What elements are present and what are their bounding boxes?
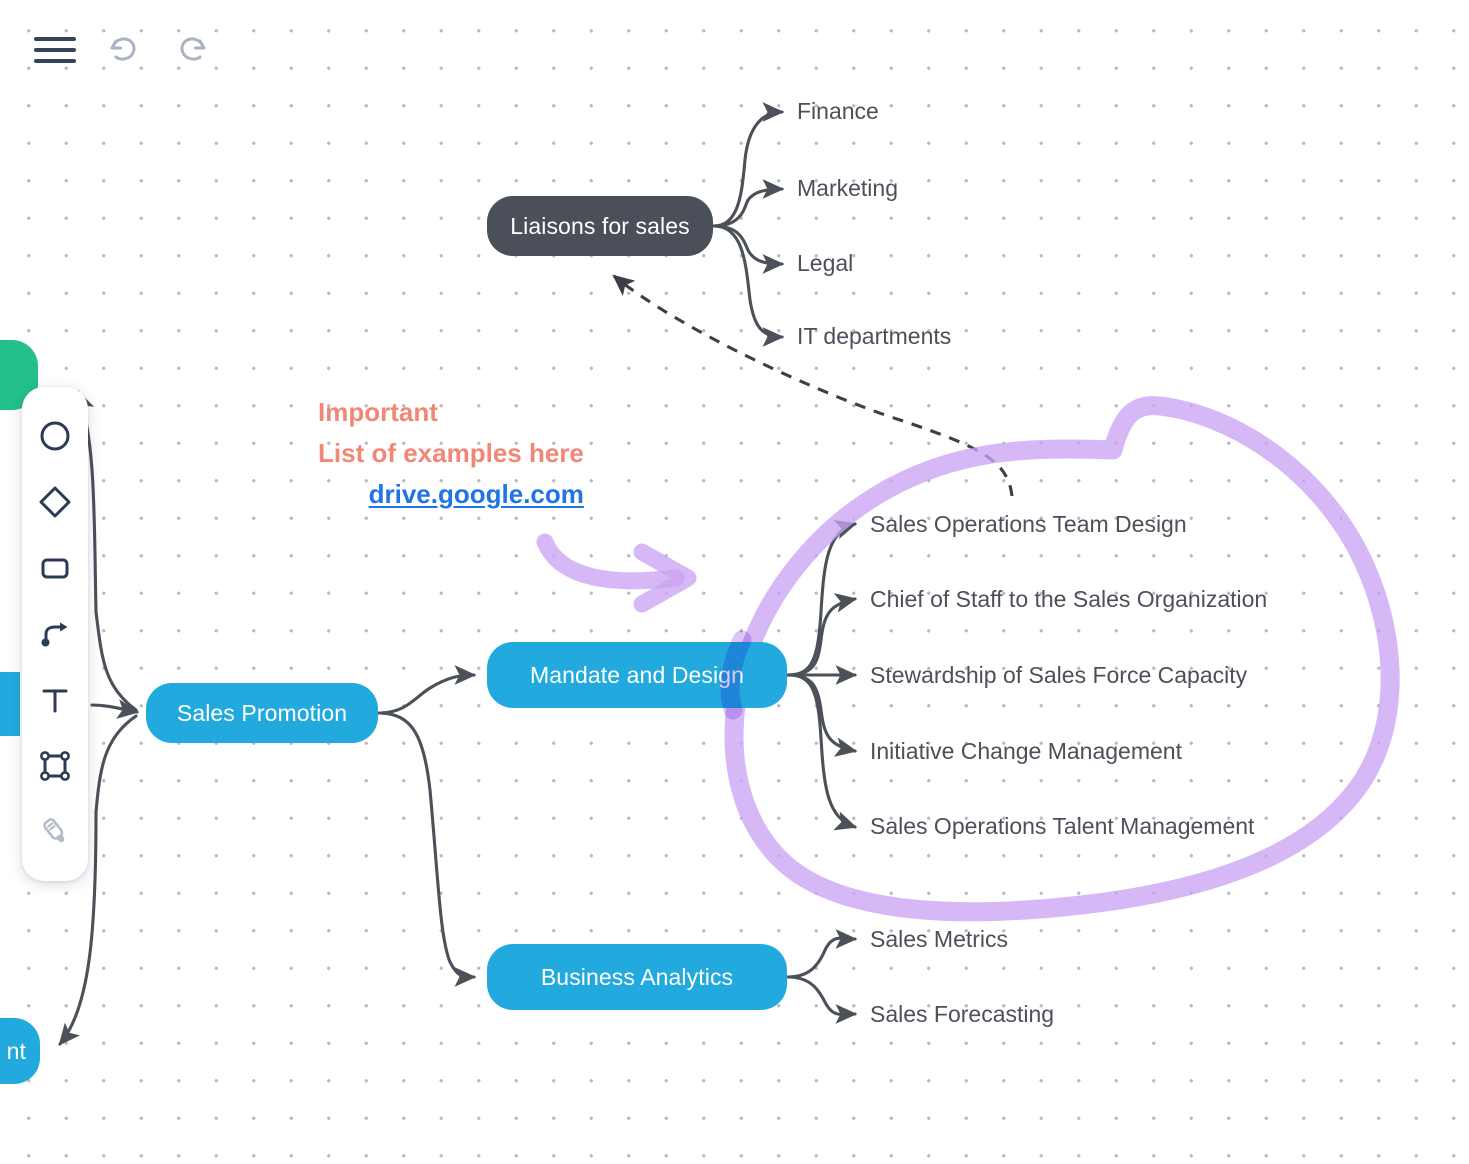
- circle-tool[interactable]: [22, 403, 88, 469]
- hamburger-bar: [34, 37, 76, 41]
- highlighter-icon: [38, 815, 72, 849]
- whiteboard-canvas[interactable]: Liaisons for sales Sales Promotion Manda…: [0, 0, 1469, 1164]
- highlighter-tool[interactable]: [22, 799, 88, 865]
- diamond-tool[interactable]: [22, 469, 88, 535]
- hamburger-bar: [34, 48, 76, 52]
- frame-nodes-icon: [38, 749, 72, 783]
- rectangle-tool[interactable]: [22, 535, 88, 601]
- connector-tool[interactable]: [22, 601, 88, 667]
- undo-arrow-icon[interactable]: [104, 31, 144, 69]
- elbow-arrow-icon: [38, 617, 72, 651]
- circle-icon: [38, 419, 72, 453]
- hamburger-menu-icon[interactable]: [34, 35, 76, 65]
- hamburger-bar: [34, 59, 76, 63]
- rounded-square-icon: [38, 551, 72, 585]
- marker-over-nodes-layer: [720, 630, 752, 720]
- top-toolbar: [0, 0, 260, 100]
- frame-tool[interactable]: [22, 733, 88, 799]
- redo-arrow-icon[interactable]: [172, 31, 212, 69]
- shape-toolbar: [22, 387, 88, 881]
- diamond-icon: [37, 484, 73, 520]
- purple-marker-over-mandate-node: [720, 630, 752, 720]
- text-t-icon: [38, 683, 72, 717]
- text-tool[interactable]: [22, 667, 88, 733]
